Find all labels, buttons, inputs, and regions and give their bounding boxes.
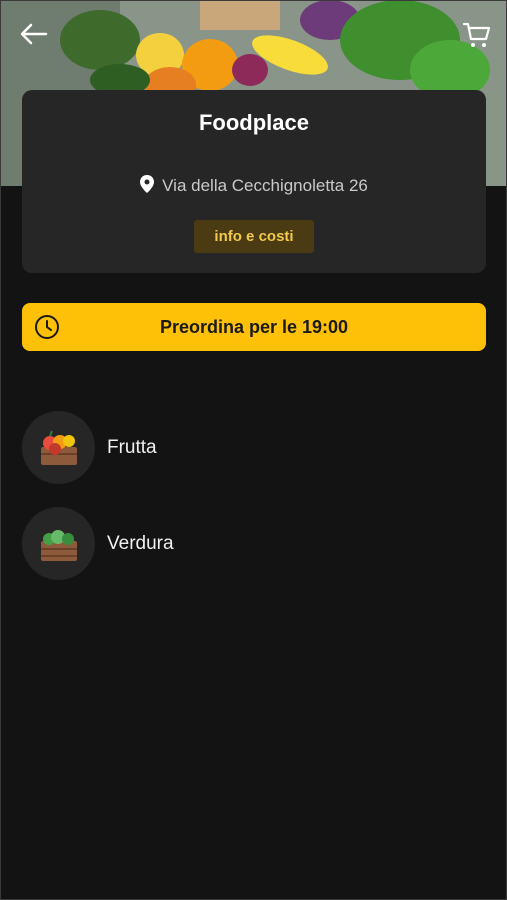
- category-frutta[interactable]: Frutta: [22, 411, 422, 485]
- preorder-text: Preordina per le 19:00: [22, 303, 486, 351]
- category-icon-circle: [22, 411, 95, 484]
- map-pin-icon: [140, 175, 155, 198]
- category-label: Frutta: [107, 437, 157, 458]
- category-label: Verdura: [107, 533, 174, 554]
- preorder-time: 19:00: [302, 317, 349, 337]
- preorder-label: Preordina per le: [159, 317, 297, 337]
- store-card: Foodplace Via della Cecchignoletta 26 in…: [22, 90, 486, 273]
- shopping-cart-icon: [462, 22, 491, 47]
- address-text: Via della Cecchignoletta 26: [162, 176, 368, 195]
- preorder-banner[interactable]: Preordina per le 19:00: [22, 303, 486, 351]
- vegetable-crate-icon: [41, 530, 77, 561]
- category-icon-circle: [22, 507, 95, 580]
- category-verdura[interactable]: Verdura: [22, 507, 422, 581]
- info-costs-button[interactable]: info e costi: [194, 220, 314, 253]
- cart-button[interactable]: [462, 20, 492, 50]
- fruit-crate-icon: [41, 430, 77, 465]
- arrow-left-icon: [20, 23, 48, 45]
- store-name: Foodplace: [198, 110, 309, 135]
- store-address: Via della Cecchignoletta 26: [22, 175, 486, 198]
- back-button[interactable]: [18, 20, 50, 48]
